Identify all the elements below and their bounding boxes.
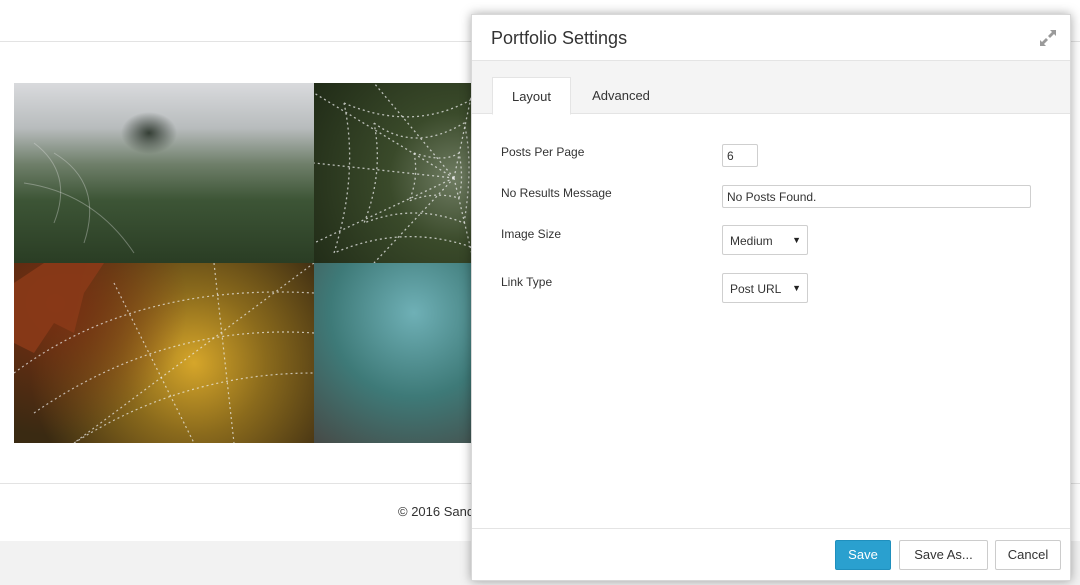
footer-copyright: © 2016 Sand (398, 504, 475, 519)
no-results-message-label: No Results Message (501, 186, 612, 200)
expand-arrows-icon[interactable] (1038, 28, 1058, 48)
portfolio-settings-dialog: Portfolio Settings Layout Advanced Posts… (471, 14, 1071, 581)
image-size-value: Medium (730, 234, 773, 248)
link-type-label: Link Type (501, 275, 553, 289)
link-type-select[interactable]: Post URL ▼ (722, 273, 808, 303)
image-size-select[interactable]: Medium ▼ (722, 225, 808, 255)
dialog-header: Portfolio Settings (472, 15, 1070, 61)
tab-layout[interactable]: Layout (492, 77, 571, 115)
dialog-tabs: Layout Advanced (472, 61, 1070, 115)
chevron-down-icon: ▼ (792, 235, 801, 245)
image-size-label: Image Size (501, 227, 562, 241)
chevron-down-icon: ▼ (792, 283, 801, 293)
save-button[interactable]: Save (835, 540, 891, 570)
posts-per-page-input[interactable] (722, 144, 758, 167)
dialog-footer: Save Save As... Cancel (472, 528, 1070, 580)
tab-advanced[interactable]: Advanced (582, 77, 660, 115)
portfolio-image-autumn-web[interactable] (14, 263, 314, 443)
posts-per-page-label: Posts Per Page (501, 145, 585, 159)
save-as-button[interactable]: Save As... (899, 540, 988, 570)
cancel-button[interactable]: Cancel (995, 540, 1061, 570)
no-results-message-input[interactable] (722, 185, 1031, 208)
dialog-title: Portfolio Settings (491, 28, 628, 48)
portfolio-image-misty-field[interactable] (14, 83, 314, 263)
link-type-value: Post URL (730, 282, 782, 296)
